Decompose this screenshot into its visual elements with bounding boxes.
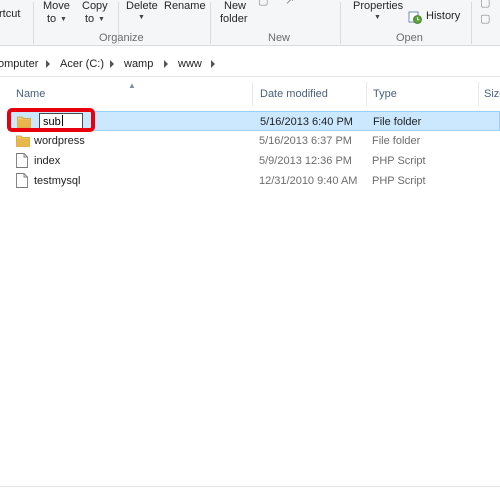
column-header-size[interactable]: Size [484, 88, 500, 100]
chevron-right-icon[interactable] [46, 60, 50, 68]
column-separator[interactable] [478, 82, 479, 106]
breadcrumb-drive[interactable]: Acer (C:) [60, 58, 104, 70]
divider [0, 76, 500, 77]
group-label-new: New [268, 32, 291, 44]
chevron-down-icon: ▼ [98, 16, 105, 23]
file-name: index [34, 155, 61, 167]
history-icon [408, 11, 422, 24]
folder-icon [16, 135, 30, 147]
shortcut-label[interactable]: rtcut [0, 9, 20, 20]
file-date: 5/9/2013 12:36 PM [259, 155, 352, 167]
ribbon-separator [33, 2, 34, 44]
ribbon-separator [471, 2, 472, 44]
chevron-down-icon: ▼ [138, 14, 145, 21]
copy-to-label: Copy [82, 0, 108, 12]
column-header-name[interactable]: Name [16, 88, 45, 100]
file-name: testmysql [34, 175, 81, 187]
easy-access-icon[interactable]: ↗ [285, 0, 294, 7]
chevron-down-icon: ▼ [60, 16, 67, 23]
copy-to-sublabel: to [85, 13, 95, 25]
move-to-label: Move [43, 0, 70, 12]
breadcrumb-computer[interactable]: omputer [0, 58, 38, 70]
file-date: 12/31/2010 9:40 AM [259, 175, 358, 187]
chevron-right-icon[interactable] [211, 60, 215, 68]
select-all-icon[interactable]: ▢ [480, 0, 490, 9]
file-row-wordpress[interactable]: wordpress 5/16/2013 6:37 PM File folder [8, 131, 500, 151]
file-name: wordpress [34, 135, 85, 147]
ribbon: rtcut Move to ▼ Copy to ▼ Delete ▼ Renam… [0, 0, 500, 46]
file-type: PHP Script [372, 175, 426, 187]
chevron-down-icon: ▼ [374, 14, 381, 21]
php-file-icon [16, 153, 28, 168]
file-row-testmysql[interactable]: testmysql 12/31/2010 9:40 AM PHP Script [8, 171, 500, 191]
new-item-icon[interactable]: ▢ [258, 0, 268, 7]
group-label-organize: Organize [99, 32, 144, 44]
column-separator[interactable] [366, 82, 367, 106]
group-label-open: Open [396, 32, 423, 44]
file-type: PHP Script [372, 155, 426, 167]
highlight-annotation [7, 108, 95, 132]
file-date: 5/16/2013 6:37 PM [259, 135, 352, 147]
file-type: File folder [373, 116, 422, 128]
column-header-date-modified[interactable]: Date modified [260, 88, 328, 100]
delete-label: Delete [126, 0, 158, 12]
properties-label: Properties [353, 0, 404, 12]
select-none-icon[interactable]: ▢ [480, 14, 490, 25]
new-folder-sublabel: folder [220, 13, 248, 25]
ribbon-separator [340, 2, 341, 44]
column-header-type[interactable]: Type [373, 88, 397, 100]
chevron-right-icon[interactable] [164, 60, 168, 68]
file-date: 5/16/2013 6:40 PM [260, 116, 353, 128]
move-to-sublabel: to [47, 13, 57, 25]
breadcrumb-www[interactable]: www [178, 58, 202, 70]
address-bar[interactable]: omputer Acer (C:) wamp www [0, 54, 500, 74]
file-type: File folder [372, 135, 421, 147]
history-label: History [426, 10, 461, 22]
new-folder-label: New [224, 0, 247, 12]
divider [0, 486, 500, 487]
file-row-index[interactable]: index 5/9/2013 12:36 PM PHP Script [8, 151, 500, 171]
ribbon-separator [210, 2, 211, 44]
column-separator[interactable] [252, 82, 253, 106]
php-file-icon [16, 173, 28, 188]
chevron-right-icon[interactable] [110, 60, 114, 68]
breadcrumb-wamp[interactable]: wamp [124, 58, 153, 70]
rename-button[interactable]: Rename [164, 1, 206, 12]
sort-ascending-icon: ▲ [128, 81, 136, 90]
